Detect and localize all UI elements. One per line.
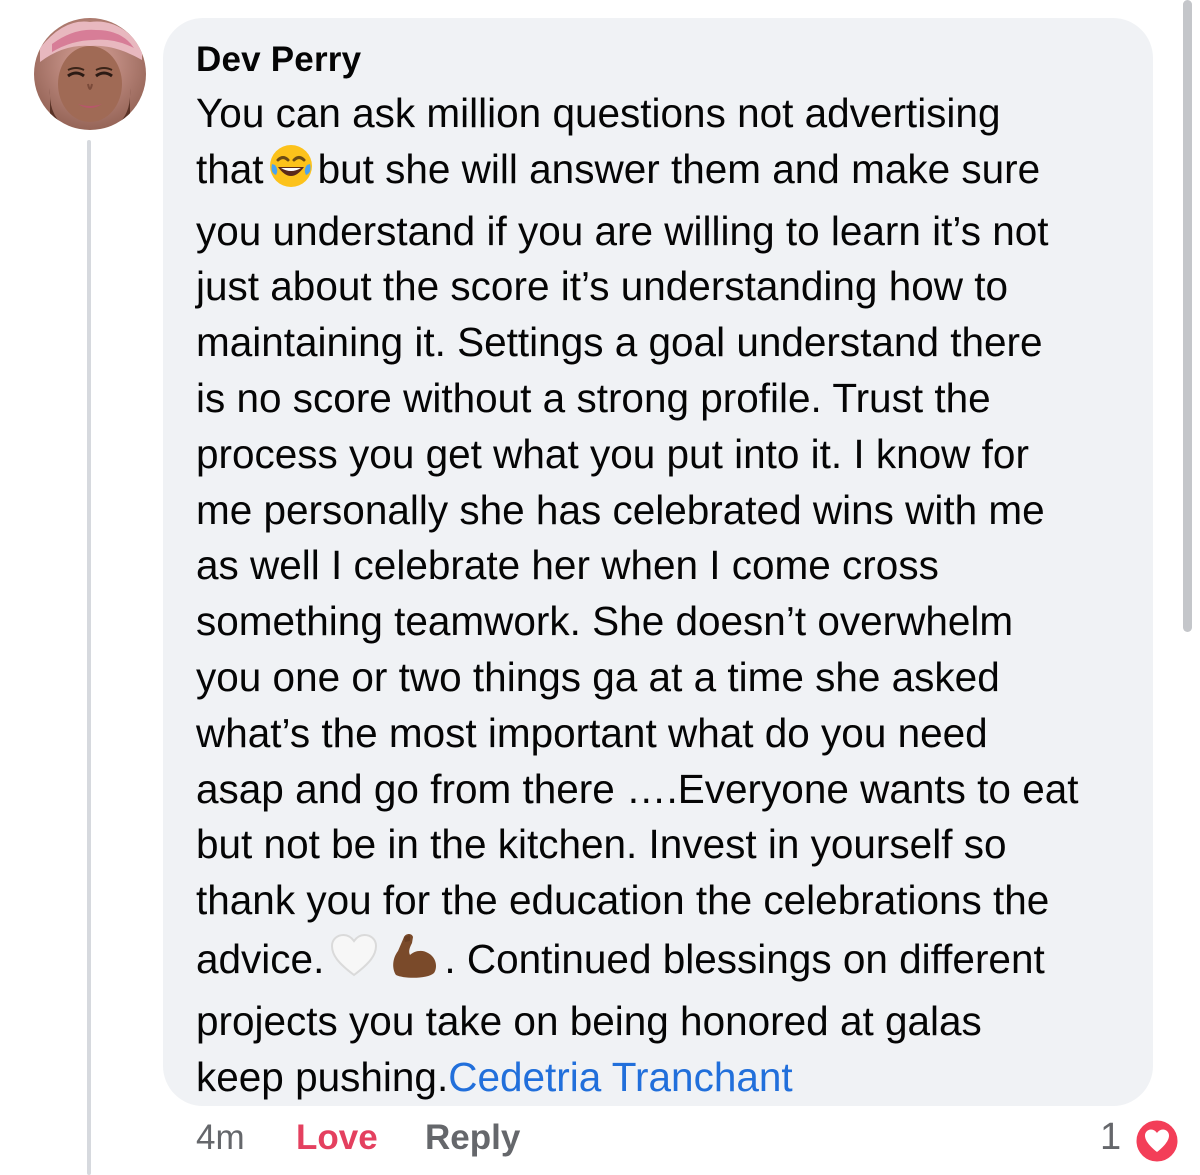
comment-text-line: as well I celebrate her when I come cros… — [196, 538, 1131, 594]
comment-timestamp[interactable]: 4m — [196, 1118, 245, 1158]
comment-text-line: keep pushing.Cedetria Tranchant — [196, 1050, 1131, 1106]
comment-text-segment: maintaining it. Settings a goal understa… — [196, 319, 1043, 366]
comment-text-line: is no score without a strong profile. Tr… — [196, 371, 1131, 427]
comment-author[interactable]: Dev Perry — [196, 40, 361, 80]
comment-text-segment: keep pushing. — [196, 1053, 449, 1100]
comment-text-line: process you get what you put into it. I … — [196, 427, 1131, 483]
comment-text-line: something teamwork. She doesn’t overwhel… — [196, 594, 1131, 650]
comment-text-line: asap and go from there ….Everyone wants … — [196, 762, 1131, 818]
love-reaction-link[interactable]: Love — [296, 1118, 378, 1158]
comment-text-line: you understand if you are willing to lea… — [196, 204, 1131, 260]
comment-text-line: maintaining it. Settings a goal understa… — [196, 315, 1131, 371]
comment-text-segment: that — [196, 145, 264, 192]
comment-text-line: but not be in the kitchen. Invest in you… — [196, 817, 1131, 873]
comment-text-segment: you one or two things ga at a time she a… — [196, 653, 1000, 700]
comment-text-segment: but not be in the kitchen. Invest in you… — [196, 821, 1007, 868]
avatar[interactable] — [34, 18, 146, 130]
comment-text: You can ask million questions not advert… — [196, 86, 1131, 1105]
comment-screen: Dev Perry You can ask million questions … — [0, 0, 1200, 1175]
flexed-biceps-emoji-icon — [388, 929, 440, 994]
comment-text-segment: is no score without a strong profile. Tr… — [196, 374, 991, 421]
thread-connector-line — [87, 140, 91, 1175]
comment-text-segment: something teamwork. She doesn’t overwhel… — [196, 598, 1014, 645]
comment-text-segment: asap and go from there ….Everyone wants … — [196, 765, 1079, 812]
comment-text-segment: but she will answer them and make sure — [317, 145, 1041, 192]
comment-text-segment: me personally she has celebrated wins wi… — [196, 486, 1045, 533]
comment-text-segment: advice. — [196, 935, 325, 982]
comment-text-line: thank you for the education the celebrat… — [196, 873, 1131, 929]
white-heart-emoji-icon — [328, 931, 380, 994]
love-reaction-icon[interactable] — [1133, 1117, 1181, 1165]
comment-text-segment: projects you take on being honored at ga… — [196, 997, 982, 1044]
comment-text-segment: . Continued blessings on different — [444, 935, 1045, 982]
comment-text-segment: what’s the most important what do you ne… — [196, 709, 988, 756]
comment-text-segment: you understand if you are willing to lea… — [196, 207, 1049, 254]
comment-text-segment: process you get what you put into it. I … — [196, 430, 1029, 477]
comment-text-line: projects you take on being honored at ga… — [196, 994, 1131, 1050]
comment-text-segment: just about the score it’s understanding … — [196, 263, 1009, 310]
comment-text-segment: thank you for the education the celebrat… — [196, 877, 1050, 924]
comment-text-line: what’s the most important what do you ne… — [196, 706, 1131, 762]
scrollbar[interactable] — [1183, 0, 1192, 632]
comment-text-line: advice. . Continued blessings on differen… — [196, 929, 1131, 994]
reaction-count[interactable]: 1 — [1100, 1116, 1121, 1159]
comment-text-segment: You can ask million questions not advert… — [196, 90, 1001, 136]
comment-text-line: just about the score it’s understanding … — [196, 259, 1131, 315]
mention-link[interactable]: Cedetria Tranchant — [448, 1054, 792, 1100]
comment-text-line: you one or two things ga at a time she a… — [196, 650, 1131, 706]
comment-text-line: me personally she has celebrated wins wi… — [196, 483, 1131, 539]
comment-text-segment: as well I celebrate her when I come cros… — [196, 542, 939, 589]
comment-text-line: that but she will answer them and make su… — [196, 142, 1131, 204]
laughing-face-emoji-icon — [268, 143, 314, 204]
reply-link[interactable]: Reply — [425, 1118, 520, 1158]
comment-text-line: You can ask million questions not advert… — [196, 86, 1131, 142]
